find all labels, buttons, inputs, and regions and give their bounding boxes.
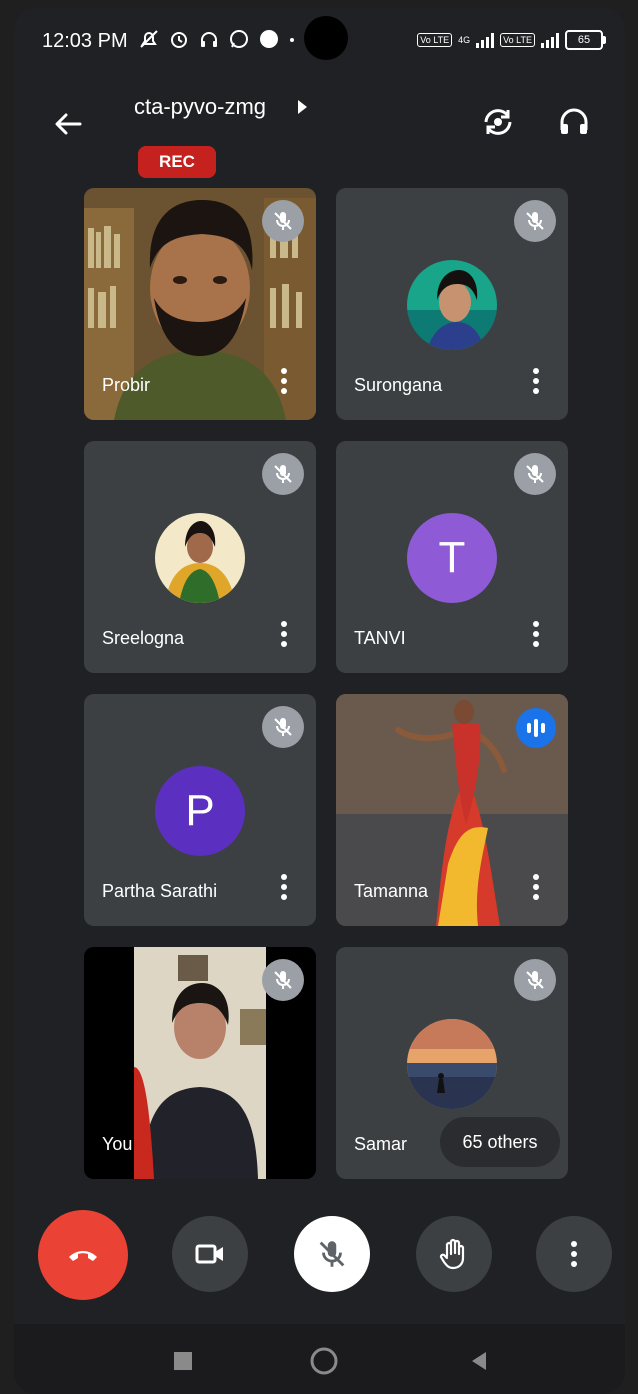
headset-icon — [198, 28, 220, 50]
mute-notifications-icon — [138, 28, 160, 50]
participant-tile-samar[interactable]: Samar 65 others — [336, 947, 568, 1179]
back-arrow-icon[interactable] — [50, 106, 86, 142]
more-vert-icon[interactable] — [280, 874, 288, 904]
recording-badge: REC — [138, 146, 216, 178]
participant-avatar-tanvi: T — [407, 513, 497, 603]
mic-muted-icon — [514, 959, 556, 1001]
end-call-button[interactable] — [38, 1210, 128, 1300]
status-time: 12:03 PM — [42, 30, 128, 52]
participant-avatar-partha: P — [155, 766, 245, 856]
volte-badge-2: Vo LTE — [500, 33, 535, 47]
participant-name: Samar — [354, 1134, 408, 1154]
back-triangle-icon[interactable] — [472, 1352, 486, 1370]
camera-icon — [195, 1244, 223, 1264]
participant-avatar-samar — [407, 1019, 497, 1109]
small-dot-icon — [288, 28, 296, 50]
switch-camera-icon[interactable] — [478, 102, 518, 142]
participant-name: Partha Sarathi — [102, 881, 218, 901]
alarm-icon — [168, 28, 190, 50]
participant-tile-partha-sarathi[interactable]: P Partha Sarathi — [84, 694, 316, 926]
whatsapp-icon — [228, 28, 250, 50]
mic-muted-icon — [262, 959, 304, 1001]
participant-tile-tanvi[interactable]: T TANVI — [336, 441, 568, 673]
more-vert-icon[interactable] — [280, 621, 288, 651]
participant-tile-tamanna[interactable]: Tamanna — [336, 694, 568, 926]
volte-badge: Vo LTE — [417, 33, 453, 47]
participant-avatar-sreelogna — [155, 513, 245, 603]
others-count-chip[interactable]: 65 others — [440, 1117, 560, 1167]
android-navigation-bar — [14, 1324, 625, 1394]
participant-name: Surongana — [354, 375, 443, 395]
mic-muted-icon — [514, 200, 556, 242]
participant-tile-surongana[interactable]: Surongana — [336, 188, 568, 420]
more-vert-icon[interactable] — [532, 874, 540, 904]
mic-off-icon — [319, 1241, 345, 1267]
participant-name: Probir — [102, 375, 151, 395]
battery-icon: 65 — [565, 30, 606, 50]
mic-toggle-button[interactable] — [294, 1216, 370, 1292]
system-status: Vo LTE 4G Vo LTE 65 — [417, 30, 606, 50]
mic-muted-icon — [262, 706, 304, 748]
meeting-info-caret-icon[interactable] — [298, 100, 307, 114]
participant-avatar-surongana — [407, 260, 497, 350]
more-vert-icon[interactable] — [532, 621, 540, 651]
meeting-code[interactable]: cta-pyvo-zmg — [134, 94, 266, 120]
camera-toggle-button[interactable] — [172, 1216, 248, 1292]
more-vert-icon[interactable] — [532, 368, 540, 398]
more-options-button[interactable] — [536, 1216, 612, 1292]
recents-square-icon[interactable] — [174, 1352, 192, 1370]
audio-output-headset-icon[interactable] — [554, 102, 594, 142]
network-type: 4G — [458, 35, 471, 45]
speaking-indicator-icon — [516, 708, 556, 748]
participant-name: Tamanna — [354, 881, 429, 901]
mic-muted-icon — [262, 200, 304, 242]
raise-hand-button[interactable] — [416, 1216, 492, 1292]
call-controls — [14, 1210, 625, 1306]
phone-screen: 12:03 PM Vo LTE 4G Vo LTE 65 cta-pyvo-zm… — [14, 8, 625, 1394]
more-vert-icon — [571, 1241, 577, 1267]
participant-tile-you[interactable]: You — [84, 947, 316, 1179]
participant-name: Sreelogna — [102, 628, 185, 648]
end-call-icon — [69, 1251, 97, 1261]
signal-icon-2 — [541, 32, 559, 48]
meeting-header: cta-pyvo-zmg REC — [14, 78, 625, 188]
participant-tile-sreelogna[interactable]: Sreelogna — [84, 441, 316, 673]
more-vert-icon[interactable] — [280, 368, 288, 398]
participant-name: You — [102, 1134, 133, 1154]
mic-muted-icon — [262, 453, 304, 495]
raise-hand-icon — [439, 1238, 465, 1270]
front-camera — [304, 16, 348, 60]
dot-icon — [258, 28, 280, 50]
participant-name: TANVI — [354, 628, 406, 648]
notification-icons — [138, 28, 296, 50]
home-circle-icon[interactable] — [310, 1347, 338, 1375]
signal-icon — [476, 32, 495, 48]
status-bar: 12:03 PM Vo LTE 4G Vo LTE 65 — [14, 8, 625, 74]
participant-tile-probir[interactable]: Probir — [84, 188, 316, 420]
mic-muted-icon — [514, 453, 556, 495]
